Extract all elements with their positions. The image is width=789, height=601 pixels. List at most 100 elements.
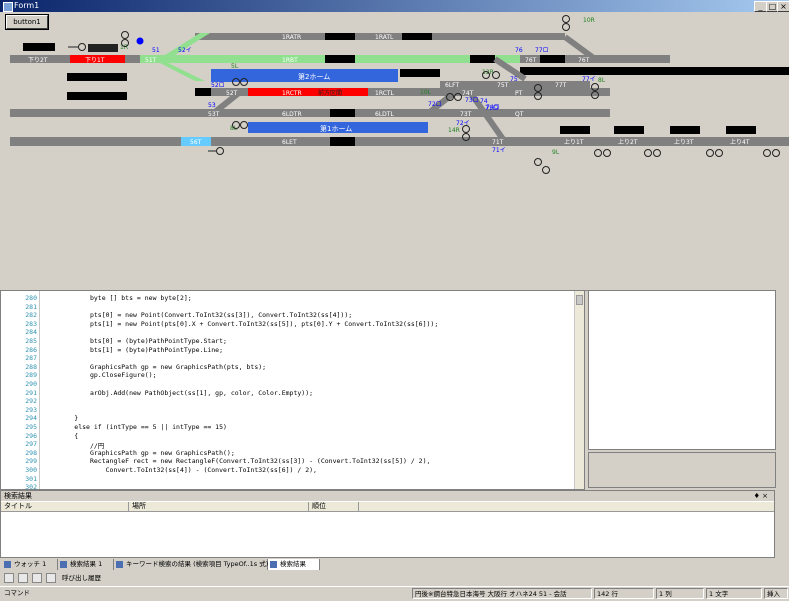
signal-block (325, 33, 355, 40)
num-label: 75 (510, 76, 518, 83)
tab-keyword-results[interactable]: キーワード検索の結果 (検索項目 TypeOf..1s 式) (114, 559, 268, 570)
seg-label: 1RCTR (282, 90, 302, 97)
line-number: 296 (25, 431, 37, 440)
signal-block (330, 137, 355, 146)
num-label: 1R (120, 44, 128, 51)
line-number: 301 (25, 474, 37, 483)
platform-label: 第1ホーム (320, 124, 352, 133)
signal-box-red (88, 44, 118, 52)
line-number: 283 (25, 319, 37, 328)
col-rank[interactable]: 順位 (309, 502, 359, 511)
search-results-panel: 検索結果 ♦ × タイトル 場所 順位 (0, 490, 775, 558)
toolbar-icon-1[interactable] (4, 573, 14, 583)
num-label: 10R (583, 17, 595, 24)
scroll-thumb[interactable] (576, 295, 583, 305)
seg-label: QT (515, 111, 524, 118)
signal-block (195, 88, 211, 96)
signal-block (470, 55, 495, 63)
signal-block (620, 67, 780, 75)
tab-results1[interactable]: 検索結果 1 (58, 559, 114, 570)
seg-label: 53T (208, 111, 220, 118)
seg-label: 73T (460, 111, 472, 118)
line-number: 282 (25, 311, 37, 320)
signal-block (670, 126, 700, 134)
line-number: 289 (25, 371, 37, 380)
search-icon (270, 561, 277, 568)
code-line: bts[1] = (byte)PathPointType.Line; (43, 345, 224, 354)
track-name: 上り1T (564, 138, 584, 146)
code-editor[interactable]: 280 281 282 283 284 285 286 287 288 289 290 291 292 2… (0, 290, 585, 490)
tab-watch[interactable]: ウォッチ 1 (2, 559, 58, 570)
line-number: 302 (25, 483, 37, 490)
toolbar-icon-2[interactable] (18, 573, 28, 583)
tab-search-results[interactable]: 検索結果 (268, 559, 320, 570)
num-label: 77イ (582, 76, 596, 83)
num-label: 52ロ (211, 82, 225, 89)
code-line: } (43, 414, 79, 423)
line-number: 293 (25, 405, 37, 414)
num-label: 8L (598, 77, 606, 84)
code-line: GraphicsPath gp = new GraphicsPath(pts, … (43, 362, 267, 371)
seg-label: 77T (555, 82, 567, 89)
seg-label: 1RATR (282, 34, 301, 41)
status-col: 1 列 (656, 588, 704, 599)
track-red-1rctr (248, 88, 368, 96)
status-char: 1 文字 (706, 588, 762, 599)
track-line-main (10, 137, 789, 146)
line-number: 285 (25, 337, 37, 345)
col-location[interactable]: 場所 (129, 502, 309, 511)
signal-block (402, 33, 432, 40)
signal-block (330, 109, 355, 117)
status-bar: コマンド 円後※鋼台特急日本海号 大阪行 オハネ24 51 - 会話 142 行… (0, 586, 789, 601)
line-number: 280 (25, 294, 37, 302)
form-window: Form1 _ □ × button1 1RATR 1RATL 1RBT 6LF… (0, 0, 789, 291)
code-line: arObj.Add(new PathObject(ss[1], gp, colo… (43, 388, 314, 397)
track-name: 上り4T (730, 138, 750, 146)
app-icon (3, 2, 13, 12)
num-label: 9L (552, 149, 560, 156)
track-name: 下り2T (28, 57, 48, 64)
track-name: 上り2T (618, 138, 638, 146)
toolbar-icon-4[interactable] (46, 573, 56, 583)
code-line: { (43, 431, 79, 440)
title-bar: Form1 _ □ × (0, 0, 789, 12)
num-label: 52イ (178, 47, 192, 54)
line-number: 287 (25, 354, 37, 363)
track-name: 下り1T (85, 57, 105, 64)
code-line: GraphicsPath gp = new GraphicsPath(); (43, 448, 235, 457)
seg-label: 76T (525, 57, 537, 64)
toolbar-icon-3[interactable] (32, 573, 42, 583)
results-title: 検索結果 (4, 492, 32, 500)
line-number: 295 (25, 423, 37, 431)
seg-label: 74T (462, 90, 474, 97)
secondary-toolbar: 呼び出し履歴 (0, 571, 789, 585)
num-label: 71イ (492, 147, 506, 154)
num-label: 76 (515, 47, 523, 54)
call-stack-label[interactable]: 呼び出し履歴 (62, 573, 101, 583)
line-number: 292 (25, 397, 37, 406)
seg-label: 76T (578, 57, 590, 64)
properties-description (588, 452, 776, 488)
num-label: 72ロ (428, 101, 442, 108)
line-number: 290 (25, 380, 37, 388)
num-label: 14R (448, 127, 460, 134)
num-label: 51 (152, 47, 160, 54)
editor-scrollbar[interactable] (574, 291, 584, 489)
code-line: else if (intType == 5 || intType == 15) (43, 423, 227, 431)
keyword-icon (116, 561, 123, 568)
col-title[interactable]: タイトル (1, 502, 129, 511)
num-label: 77ロ (535, 47, 549, 54)
line-number: 286 (25, 345, 37, 354)
line-number: 291 (25, 388, 37, 397)
line-number: 297 (25, 440, 37, 449)
code-line: bts[0] = (byte)PathPointType.Start; (43, 337, 227, 345)
seg-label: 1RATL (375, 34, 394, 41)
close-button[interactable]: × (777, 1, 789, 12)
status-message: 円後※鋼台特急日本海号 大阪行 オハネ24 51 - 会話 (412, 588, 592, 599)
code-line: gp.CloseFigure(); (43, 371, 157, 380)
pin-close-icon[interactable]: ♦ × (754, 491, 768, 501)
code-line: RectangleF rect = new RectangleF(Convert… (43, 457, 431, 466)
line-number: 299 (25, 457, 37, 466)
platform-label: 第2ホーム (298, 72, 330, 81)
signal-block (67, 73, 127, 81)
